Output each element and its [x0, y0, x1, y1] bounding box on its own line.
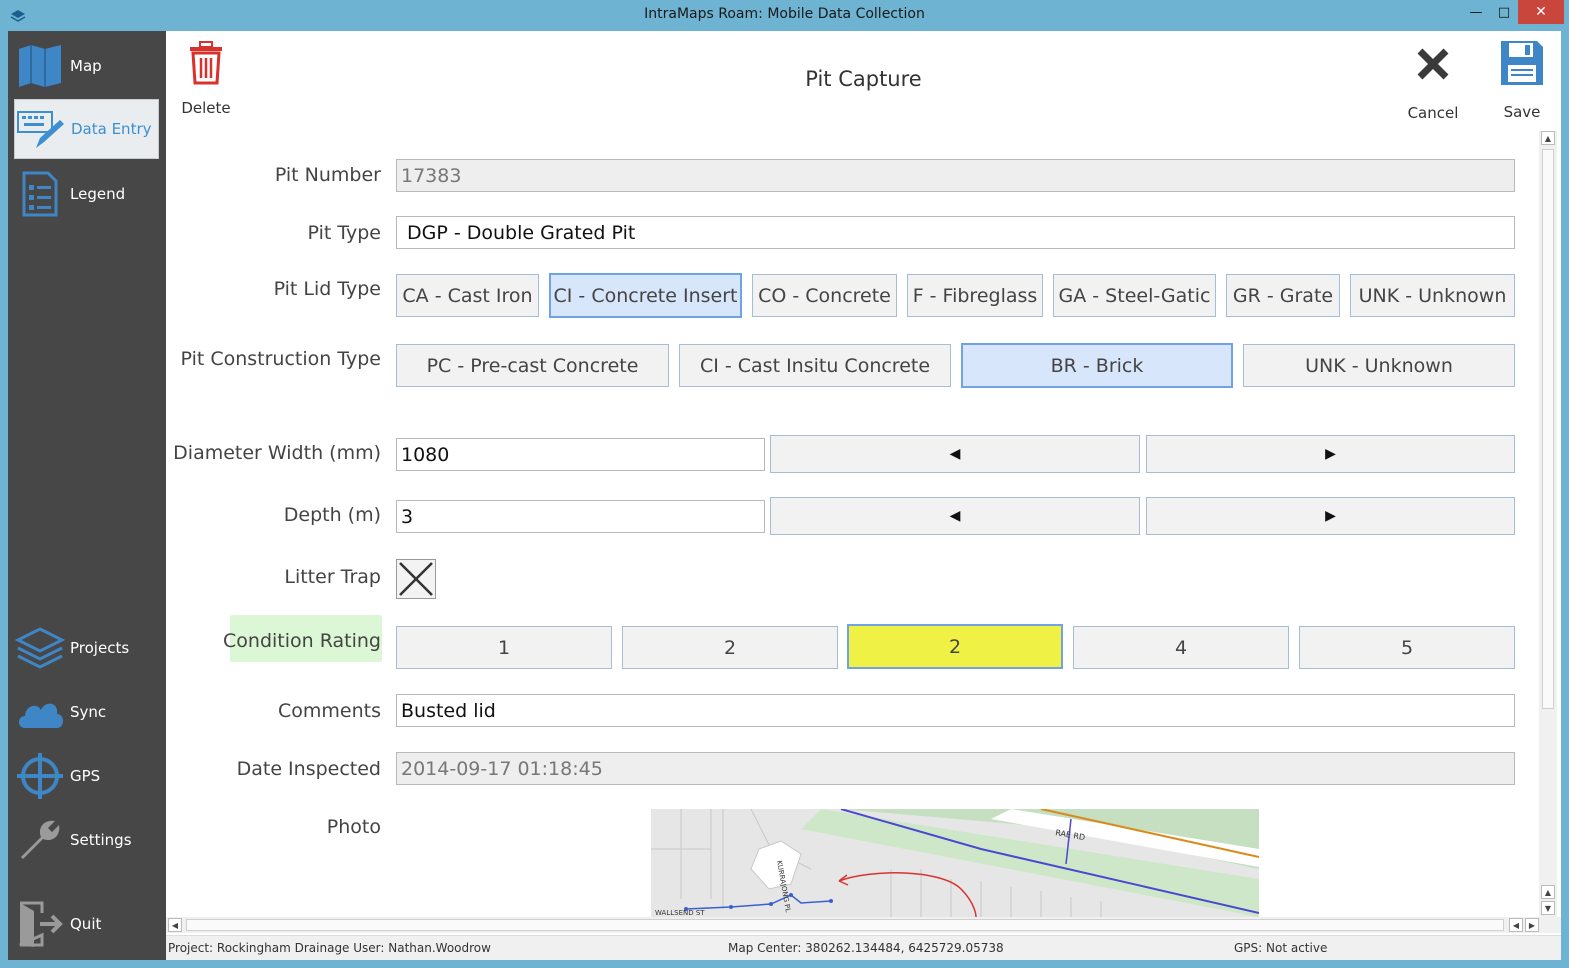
pit-type-select[interactable]: DGP - Double Grated Pit	[396, 216, 1515, 249]
pit-lid-option-selected[interactable]: CI - Concrete Insert	[549, 273, 742, 318]
condition-rating-option[interactable]: 1	[396, 626, 612, 669]
pit-construction-option[interactable]: CI - Cast Insitu Concrete	[679, 344, 951, 387]
pit-construction-type-label: Pit Construction Type	[180, 348, 381, 370]
layers-icon	[14, 622, 66, 674]
save-button[interactable]: Save	[1496, 39, 1548, 121]
sidebar-item-data-entry[interactable]: Data Entry	[14, 99, 159, 159]
left-arrow-icon: ◀	[949, 446, 961, 462]
sidebar-item-projects[interactable]: Projects	[14, 618, 159, 678]
scroll-left-icon[interactable]: ◀	[168, 918, 182, 932]
condition-rating-option[interactable]: 4	[1073, 626, 1289, 669]
condition-rating-option-selected[interactable]: 2	[847, 624, 1063, 669]
diameter-decrement-button[interactable]: ◀	[770, 435, 1140, 473]
scroll-right-icon[interactable]: ▶	[1525, 918, 1539, 932]
save-label: Save	[1503, 103, 1541, 121]
status-map-center: Map Center: 380262.134484, 6425729.05738	[728, 941, 1004, 955]
pit-lid-option[interactable]: GR - Grate	[1226, 274, 1340, 317]
pit-type-label: Pit Type	[307, 222, 381, 244]
litter-trap-checkbox[interactable]	[396, 559, 436, 599]
depth-label: Depth (m)	[283, 504, 381, 526]
sidebar: Map Data Entry Legend Projects Sync GPS	[8, 31, 166, 960]
sidebar-item-settings[interactable]: Settings	[14, 810, 159, 870]
map-label-wallsend-st: WALLSEND ST	[655, 909, 705, 917]
keyboard-pencil-icon	[15, 103, 67, 155]
pit-lid-option[interactable]: F - Fibreglass	[907, 274, 1043, 317]
sidebar-item-map[interactable]: Map	[14, 36, 159, 96]
maximize-button[interactable]: □	[1490, 0, 1518, 24]
sidebar-item-gps[interactable]: GPS	[14, 746, 159, 806]
right-arrow-icon: ▶	[1325, 446, 1336, 462]
pit-lid-option[interactable]: CA - Cast Iron	[396, 274, 539, 317]
check-x-icon	[399, 562, 433, 596]
sidebar-item-label: Legend	[70, 185, 126, 203]
diameter-width-label: Diameter Width (mm)	[173, 442, 381, 464]
horizontal-scrollbar[interactable]: ◀ ◀ ▶	[166, 917, 1561, 933]
pit-lid-option[interactable]: CO - Concrete	[752, 274, 897, 317]
map-icon	[14, 40, 66, 92]
right-arrow-icon: ▶	[1325, 508, 1336, 524]
pit-construction-option-selected[interactable]: BR - Brick	[961, 343, 1233, 388]
main-panel: Delete Pit Capture Cancel Save Pit Numbe…	[166, 31, 1561, 960]
date-inspected-label: Date Inspected	[236, 758, 381, 780]
status-project-user: Project: Rockingham Drainage User: Natha…	[168, 941, 491, 955]
sidebar-item-label: Quit	[70, 915, 102, 933]
pit-number-field: 17383	[396, 159, 1515, 192]
pit-construction-option[interactable]: UNK - Unknown	[1243, 344, 1515, 387]
window-title: IntraMaps Roam: Mobile Data Collection	[644, 6, 925, 22]
comments-input[interactable]: Busted lid	[396, 694, 1515, 727]
condition-rating-option[interactable]: 2	[622, 626, 838, 669]
exit-door-icon	[14, 898, 66, 950]
pit-number-label: Pit Number	[274, 164, 381, 186]
pit-construction-option[interactable]: PC - Pre-cast Concrete	[396, 344, 669, 387]
sidebar-item-legend[interactable]: Legend	[14, 164, 159, 224]
pit-lid-option[interactable]: UNK - Unknown	[1350, 274, 1515, 317]
title-bar: IntraMaps Roam: Mobile Data Collection —…	[0, 0, 1569, 31]
scroll-up-icon[interactable]: ▲	[1541, 131, 1555, 145]
wrench-icon	[14, 814, 66, 866]
date-inspected-field: 2014-09-17 01:18:45	[396, 752, 1515, 785]
vertical-scroll-thumb[interactable]	[1542, 149, 1554, 709]
photo-image[interactable]: RAE RD KURRAJONG PL WALLSEND ST	[651, 809, 1259, 917]
scroll-up-icon[interactable]: ▲	[1541, 885, 1555, 899]
floppy-disk-icon	[1501, 41, 1543, 85]
sidebar-item-quit[interactable]: Quit	[14, 894, 159, 954]
sidebar-item-label: Data Entry	[71, 120, 152, 138]
cloud-icon	[14, 686, 66, 738]
status-gps: GPS: Not active	[1234, 941, 1328, 955]
sidebar-item-label: Settings	[70, 831, 132, 849]
cancel-label: Cancel	[1407, 104, 1459, 122]
diameter-width-input[interactable]: 1080	[396, 438, 765, 471]
delete-label: Delete	[181, 99, 231, 117]
sidebar-item-label: Projects	[70, 639, 130, 657]
depth-decrement-button[interactable]: ◀	[770, 497, 1140, 535]
litter-trap-label: Litter Trap	[284, 566, 381, 588]
condition-rating-option[interactable]: 5	[1299, 626, 1515, 669]
crosshair-icon	[14, 750, 66, 802]
close-icon	[1417, 48, 1449, 80]
horizontal-scroll-thumb[interactable]	[186, 919, 1504, 931]
page-title: Pit Capture	[805, 67, 922, 91]
minimize-button[interactable]: —	[1462, 0, 1490, 24]
scroll-left-icon[interactable]: ◀	[1509, 918, 1523, 932]
condition-rating-label: Condition Rating	[223, 630, 381, 652]
status-bar: Project: Rockingham Drainage User: Natha…	[166, 935, 1561, 960]
vertical-scrollbar[interactable]: ▲ ▲ ▼	[1539, 131, 1557, 919]
photo-label: Photo	[326, 816, 381, 838]
sidebar-item-label: GPS	[70, 767, 101, 785]
left-arrow-icon: ◀	[949, 508, 961, 524]
diameter-increment-button[interactable]: ▶	[1146, 435, 1515, 473]
sidebar-item-label: Sync	[70, 703, 107, 721]
pit-lid-option[interactable]: GA - Steel-Gatic	[1053, 274, 1216, 317]
depth-increment-button[interactable]: ▶	[1146, 497, 1515, 535]
sidebar-item-sync[interactable]: Sync	[14, 682, 159, 742]
sidebar-item-label: Map	[70, 57, 102, 75]
pit-lid-type-label: Pit Lid Type	[273, 278, 381, 300]
legend-icon	[14, 168, 66, 220]
comments-label: Comments	[278, 700, 381, 722]
cancel-button[interactable]: Cancel	[1404, 47, 1462, 122]
depth-input[interactable]: 3	[396, 500, 765, 533]
close-window-button[interactable]: ✕	[1518, 0, 1564, 24]
scroll-down-icon[interactable]: ▼	[1541, 901, 1555, 915]
